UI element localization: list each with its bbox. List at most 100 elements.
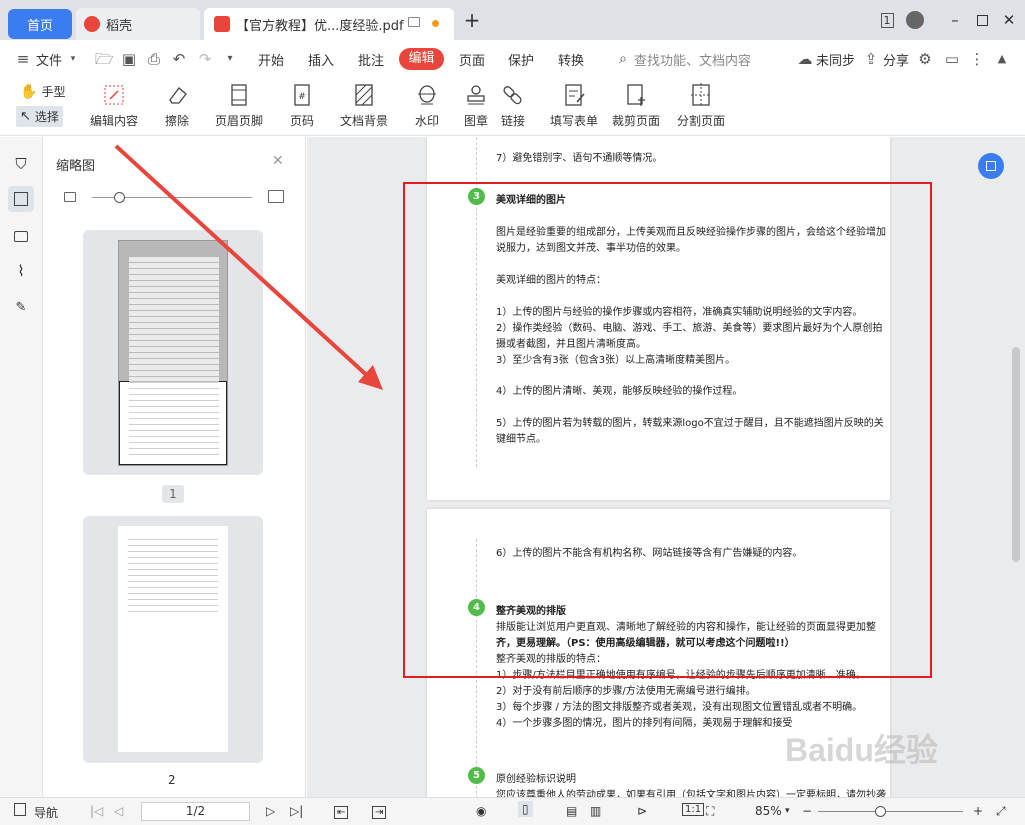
thumbnail-page-2[interactable] bbox=[83, 516, 263, 763]
page-input[interactable]: 1/2 bbox=[141, 802, 250, 821]
link-button[interactable]: 链接 bbox=[500, 82, 526, 129]
crop-page-button[interactable]: 裁剪页面 bbox=[612, 82, 660, 129]
zoom-slider[interactable] bbox=[818, 806, 963, 817]
two-page-icon[interactable]: ▥ bbox=[590, 804, 601, 818]
thumbnail-preview-2 bbox=[118, 526, 228, 752]
zoom-dropdown-icon[interactable]: ▾ bbox=[785, 806, 790, 816]
thumb-text-lines bbox=[129, 257, 219, 457]
erase-label: 擦除 bbox=[164, 114, 189, 128]
menu-protect[interactable]: 保护 bbox=[508, 50, 534, 69]
monitor-icon[interactable] bbox=[408, 17, 420, 27]
slider-handle[interactable] bbox=[114, 192, 125, 203]
split-page-button[interactable]: 分割页面 bbox=[677, 82, 725, 129]
thumbnail-page-1[interactable] bbox=[83, 230, 263, 475]
back-icon[interactable]: ⇤ bbox=[334, 804, 349, 819]
zoom-out-icon[interactable]: − bbox=[802, 804, 812, 818]
stamp-button[interactable]: 图章 bbox=[463, 82, 489, 129]
eye-icon[interactable]: ◉ bbox=[476, 804, 486, 818]
hand-tool-label: 手型 bbox=[41, 85, 66, 99]
comment-panel-icon[interactable] bbox=[8, 223, 34, 249]
continuous-icon[interactable]: ▤ bbox=[566, 804, 577, 818]
close-panel-icon[interactable]: ✕ bbox=[272, 153, 284, 169]
zoom-slider-handle[interactable] bbox=[875, 806, 886, 817]
header-footer-button[interactable]: 页眉页脚 bbox=[215, 82, 263, 129]
forward-icon[interactable]: ⇥ bbox=[372, 804, 387, 819]
fullscreen-icon[interactable]: ⤢ bbox=[996, 804, 1006, 819]
actual-size-icon[interactable]: 1:1 bbox=[682, 803, 705, 816]
play-icon[interactable]: ⊳ bbox=[637, 804, 647, 818]
avatar[interactable] bbox=[903, 8, 927, 32]
doc-text: 2）对于没有前后顺序的步骤/方法使用无需编号进行编排。 bbox=[496, 686, 756, 697]
collapse-icon[interactable]: ▲ bbox=[993, 50, 1011, 68]
fill-form-button[interactable]: 填写表单 bbox=[550, 82, 598, 129]
next-page-icon[interactable]: ▷ bbox=[266, 804, 275, 818]
menu-start[interactable]: 开始 bbox=[258, 50, 284, 69]
open-icon[interactable]: 🗁 bbox=[95, 50, 114, 68]
zoom-in-icon[interactable]: + bbox=[973, 804, 983, 818]
reading-mode-icon[interactable]: 1 bbox=[875, 8, 899, 32]
file-menu[interactable]: 文件 bbox=[36, 50, 62, 69]
highlight-box bbox=[403, 182, 932, 678]
menu-page[interactable]: 页面 bbox=[459, 50, 485, 69]
thumbnail-panel-title: 缩略图 bbox=[56, 159, 96, 174]
last-page-icon[interactable]: ▷| bbox=[290, 804, 303, 818]
minimize-icon[interactable]: – bbox=[943, 8, 967, 32]
maximize-icon[interactable] bbox=[970, 8, 994, 32]
select-tool[interactable]: ↖ 选择 bbox=[16, 106, 63, 127]
menu-annotate[interactable]: 批注 bbox=[358, 50, 384, 69]
nav-button[interactable]: 导航 bbox=[34, 804, 58, 821]
zoom-level[interactable]: 85% bbox=[755, 804, 782, 818]
chevron-down-icon[interactable]: ▾ bbox=[64, 50, 82, 68]
crop-page-icon bbox=[627, 84, 645, 106]
zoom-in-thumb-icon[interactable] bbox=[268, 190, 284, 203]
tab-pdf-document[interactable]: 【官方教程】优...度经验.pdf bbox=[204, 8, 454, 40]
baidu-watermark: Baidu经验 bbox=[785, 732, 938, 768]
more-icon[interactable]: ⋮ bbox=[968, 50, 986, 68]
nav-icon[interactable] bbox=[14, 803, 26, 816]
zoom-out-thumb-icon[interactable] bbox=[64, 192, 76, 202]
watermark-label: 水印 bbox=[414, 114, 439, 128]
sync-status[interactable]: 未同步 bbox=[816, 50, 855, 69]
thumbnail-preview bbox=[118, 240, 228, 466]
tab-home-label: 首页 bbox=[26, 18, 53, 34]
page-number-button[interactable]: # 页码 bbox=[289, 82, 315, 129]
search-input[interactable]: 查找功能、文档内容 bbox=[634, 50, 751, 69]
redo-icon[interactable]: ↷ bbox=[196, 50, 214, 68]
vertical-scrollbar[interactable] bbox=[1012, 347, 1020, 562]
crop-page-label: 裁剪页面 bbox=[612, 114, 661, 128]
watermark-button[interactable]: 水印 bbox=[414, 82, 440, 129]
print-icon[interactable]: ⎙ bbox=[145, 50, 163, 68]
floating-tool-icon[interactable] bbox=[978, 153, 1004, 179]
menu-edit[interactable]: 编辑 bbox=[399, 48, 444, 70]
hand-tool[interactable]: ✋ 手型 bbox=[20, 83, 65, 100]
menu-convert[interactable]: 转换 bbox=[558, 50, 584, 69]
erase-button[interactable]: 擦除 bbox=[164, 82, 190, 129]
thumbnail-size-slider[interactable] bbox=[92, 192, 252, 203]
eraser-icon bbox=[169, 87, 187, 104]
page-number-icon: # bbox=[294, 84, 310, 106]
hamburger-icon[interactable]: ≡ bbox=[14, 50, 32, 68]
single-page-icon[interactable]: ▯ bbox=[518, 801, 533, 817]
first-page-icon[interactable]: |◁ bbox=[90, 804, 103, 818]
split-page-label: 分割页面 bbox=[677, 114, 726, 128]
settings-icon[interactable]: ⚙ bbox=[916, 50, 934, 68]
new-tab-button[interactable]: + bbox=[460, 8, 484, 32]
signature-icon[interactable]: ✎ bbox=[8, 294, 34, 320]
fit-page-icon[interactable]: ⛶ bbox=[706, 804, 714, 819]
thumbnail-page-1-label: 1 bbox=[162, 485, 184, 503]
thumbnail-icon[interactable] bbox=[8, 186, 34, 212]
background-button[interactable]: 文档背景 bbox=[340, 82, 388, 129]
prev-page-icon[interactable]: ◁ bbox=[114, 804, 123, 818]
attachment-icon[interactable]: ⌇ bbox=[8, 258, 34, 284]
save-icon[interactable]: ▣ bbox=[120, 50, 138, 68]
more-chevron-icon[interactable]: ▾ bbox=[221, 50, 239, 68]
undo-icon[interactable]: ↶ bbox=[170, 50, 188, 68]
tab-docer[interactable]: 稻壳 bbox=[76, 8, 200, 40]
comment-icon[interactable]: ▭ bbox=[943, 50, 961, 68]
tab-home[interactable]: 首页 bbox=[8, 9, 72, 39]
edit-content-button[interactable]: 编辑内容 bbox=[90, 82, 138, 129]
close-icon[interactable]: ✕ bbox=[997, 8, 1021, 32]
menu-insert[interactable]: 插入 bbox=[308, 50, 334, 69]
bookmark-icon[interactable]: ⛉ bbox=[8, 151, 34, 177]
share-button[interactable]: 分享 bbox=[883, 50, 909, 69]
